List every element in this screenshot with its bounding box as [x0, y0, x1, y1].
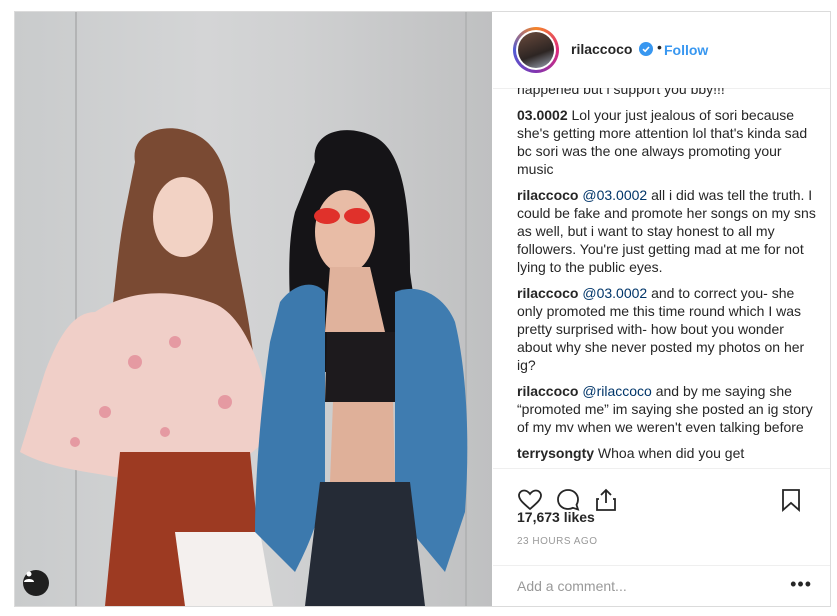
comment-text: Whoa when did you get [597, 445, 745, 461]
comment: rilaccoco @03.0002 all i did was tell th… [517, 186, 816, 276]
photo-illustration [20, 128, 468, 606]
comment: rilaccoco @03.0002 and to correct you- s… [517, 284, 816, 374]
more-options-icon[interactable]: ••• [790, 574, 812, 595]
comment-text: happened but i support you bby!!! [517, 88, 725, 97]
separator-dot: • [657, 39, 662, 55]
bookmark-icon[interactable] [778, 487, 804, 513]
comment: happened but i support you bby!!! [517, 88, 816, 98]
verified-badge-icon [639, 42, 653, 56]
comment-username[interactable]: 03.0002 [517, 107, 568, 123]
comment-mention[interactable]: @03.0002 [582, 285, 647, 301]
user-tag-icon[interactable] [23, 570, 49, 596]
instagram-post: rilaccoco • Follow happened but i suppor… [14, 11, 831, 607]
post-timestamp[interactable]: 23 HOURS AGO [517, 536, 597, 547]
avatar[interactable] [513, 27, 559, 73]
post-photo[interactable] [15, 12, 492, 606]
comment-username[interactable]: rilaccoco [517, 285, 578, 301]
comment-username[interactable]: rilaccoco [517, 187, 578, 203]
comment-mention[interactable]: @rilaccoco [582, 383, 651, 399]
comment: rilaccoco @rilaccoco and by me saying sh… [517, 382, 816, 436]
comments-list[interactable]: happened but i support you bby!!! 03.000… [517, 88, 816, 468]
post-header: rilaccoco • Follow [493, 12, 830, 89]
follow-button[interactable]: Follow [664, 42, 708, 58]
add-comment-bar: Add a comment... ••• [493, 565, 830, 607]
comment-mention[interactable]: @03.0002 [582, 187, 647, 203]
add-comment-input[interactable]: Add a comment... [517, 578, 627, 594]
comment: terrysongty Whoa when did you get [517, 444, 816, 462]
post-sidebar: rilaccoco • Follow happened but i suppor… [493, 12, 830, 606]
comment-username[interactable]: rilaccoco [517, 383, 578, 399]
comment-username[interactable]: terrysongty [517, 445, 594, 461]
share-icon[interactable] [593, 487, 619, 513]
comment: 03.0002 Lol your just jealous of sori be… [517, 106, 816, 178]
likes-count[interactable]: 17,673 likes [517, 509, 595, 525]
post-username[interactable]: rilaccoco [571, 41, 632, 57]
